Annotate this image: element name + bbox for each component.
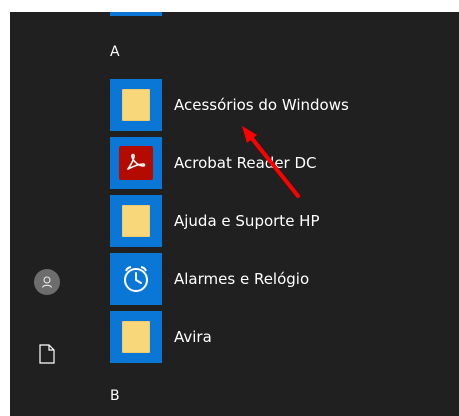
- app-label: Acrobat Reader DC: [174, 154, 317, 172]
- previous-app-tile[interactable]: [110, 12, 162, 16]
- app-item-acrobat-reader-dc[interactable]: Acrobat Reader DC: [110, 136, 450, 190]
- app-tile: [110, 79, 162, 131]
- user-avatar-icon: [34, 269, 60, 295]
- letter-header-a[interactable]: A: [110, 42, 120, 62]
- app-item-acessorios-do-windows[interactable]: Acessórios do Windows: [110, 78, 450, 132]
- app-label: Acessórios do Windows: [174, 96, 349, 114]
- app-item-ajuda-e-suporte-hp[interactable]: Ajuda e Suporte HP: [110, 194, 450, 248]
- left-rail: [10, 12, 88, 416]
- folder-icon: [122, 321, 150, 353]
- acrobat-reader-icon: [119, 146, 153, 180]
- app-tile: [110, 311, 162, 363]
- app-tile: [110, 195, 162, 247]
- app-label: Alarmes e Relógio: [174, 270, 310, 288]
- app-item-alarmes-e-relogio[interactable]: Alarmes e Relógio: [110, 252, 450, 306]
- app-list: A Acessórios do Windows Acrobat Reader D…: [88, 12, 459, 416]
- start-menu: A Acessórios do Windows Acrobat Reader D…: [10, 12, 459, 416]
- document-icon: [39, 344, 55, 368]
- app-label: Ajuda e Suporte HP: [174, 212, 320, 230]
- app-tile: [110, 253, 162, 305]
- letter-header-b[interactable]: B: [110, 386, 120, 406]
- alarm-clock-icon: [124, 266, 148, 292]
- app-tile: [110, 137, 162, 189]
- app-item-avira[interactable]: Avira: [110, 310, 450, 364]
- folder-icon: [122, 89, 150, 121]
- folder-icon: [122, 205, 150, 237]
- documents-button[interactable]: [29, 338, 65, 374]
- account-button[interactable]: [29, 264, 65, 300]
- app-label: Avira: [174, 328, 212, 346]
